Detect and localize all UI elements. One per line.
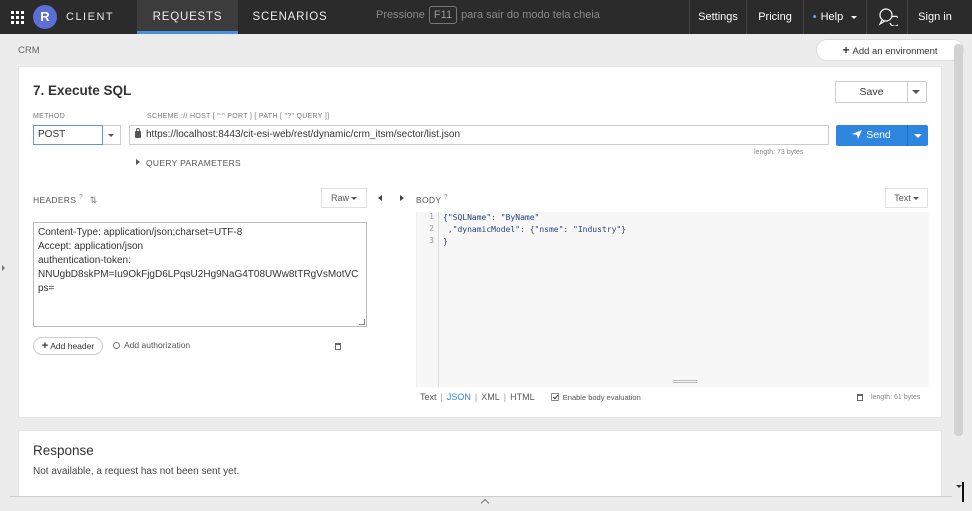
collapse-left-icon[interactable] xyxy=(378,195,382,201)
add-environment-button[interactable]: + Add an environment xyxy=(816,39,964,61)
code-line: ,"dynamicModel": {"nsme": "Industry"} xyxy=(443,225,627,234)
cursor-mark xyxy=(962,482,964,502)
body-length: length: 61 bytes xyxy=(871,394,921,401)
body-format-bar: Text | JSON | XML | HTML Enable body evaluatio… xyxy=(420,392,641,402)
fullscreen-hint: Pressione F11 para sair do modo tela cheia xyxy=(376,6,600,24)
breadcrumb[interactable]: CRM xyxy=(18,45,40,56)
send-label[interactable]: Send xyxy=(836,125,908,146)
plus-icon: + xyxy=(41,340,49,352)
response-title: Response xyxy=(33,443,94,458)
sidebar-expand-icon[interactable] xyxy=(2,265,5,271)
signin-link[interactable]: Sign in xyxy=(907,0,962,34)
plus-icon: + xyxy=(842,43,850,57)
lock-icon xyxy=(135,128,141,138)
scrollbar[interactable] xyxy=(954,44,963,436)
chat-icon xyxy=(878,8,898,26)
method-select[interactable]: POST xyxy=(33,125,103,145)
settings-link[interactable]: Settings xyxy=(689,0,746,34)
header-line: Content-Type: application/json;charset=U… xyxy=(38,227,243,238)
request-title[interactable]: 7. Execute SQL xyxy=(33,83,131,98)
app-logo: R xyxy=(33,5,57,29)
send-button[interactable]: Send xyxy=(836,125,928,146)
expand-icon xyxy=(136,159,140,165)
body-title: BODY ? xyxy=(416,194,449,205)
format-json[interactable]: JSON xyxy=(447,392,471,402)
chat-button[interactable] xyxy=(866,0,907,34)
code-line: } xyxy=(443,237,448,246)
header-line: Accept: application/json xyxy=(38,241,144,252)
request-card: 7. Execute SQL Save METHOD SCHEME :// HO… xyxy=(18,66,942,418)
url-value: https://localhost:8443/cit-esi-web/rest/… xyxy=(146,129,460,140)
header-line: ps= xyxy=(38,283,55,294)
send-icon xyxy=(852,130,863,139)
help-dot-icon: • xyxy=(812,11,817,23)
format-html[interactable]: HTML xyxy=(510,392,534,402)
method-dropdown-icon[interactable] xyxy=(103,125,121,145)
chevron-down-icon xyxy=(912,197,919,200)
headers-title: HEADERS ? ⇅ xyxy=(33,194,98,205)
pricing-link[interactable]: Pricing xyxy=(746,0,803,34)
header-line: NNUgbD8skPM=Iu9OkFjgD6LPqsU2Hg9NaG4T08UW… xyxy=(38,269,359,280)
format-text[interactable]: Text xyxy=(420,392,437,402)
collapse-right-icon[interactable] xyxy=(400,195,404,201)
method-label: METHOD xyxy=(33,113,66,120)
apps-grid-icon[interactable] xyxy=(11,11,24,24)
save-label[interactable]: Save xyxy=(836,82,908,102)
delete-body-icon[interactable] xyxy=(857,394,863,401)
f11-key: F11 xyxy=(428,6,458,24)
tab-scenarios[interactable]: SCENARIOS xyxy=(244,0,336,34)
key-icon xyxy=(113,342,120,349)
url-length: length: 73 bytes xyxy=(754,149,804,156)
response-card: Response Not available, a request has no… xyxy=(18,430,942,500)
sort-icon[interactable]: ⇅ xyxy=(90,195,98,205)
headers-textarea[interactable]: Content-Type: application/json;charset=U… xyxy=(33,222,367,327)
send-dropdown-icon[interactable] xyxy=(914,134,922,138)
chevron-down-icon xyxy=(351,197,357,200)
line-number: 3 xyxy=(429,236,434,245)
save-dropdown-icon[interactable] xyxy=(912,90,920,94)
url-label: SCHEME :// HOST [ ":" PORT ] [ PATH [ "?… xyxy=(147,113,330,120)
app-name: CLIENT xyxy=(66,11,115,23)
top-bar: R CLIENT REQUESTS SCENARIOS Pressione F11… xyxy=(0,0,972,34)
format-xml[interactable]: XML xyxy=(481,392,500,402)
code-line: {"SQLName": "ByName" xyxy=(443,213,540,222)
help-icon: ? xyxy=(443,194,449,201)
url-input[interactable]: https://localhost:8443/cit-esi-web/rest/… xyxy=(129,125,829,145)
enable-eval-label[interactable]: Enable body evaluation xyxy=(563,393,641,402)
enable-eval-checkbox[interactable] xyxy=(550,393,559,401)
code-content[interactable]: {"SQLName": "ByName" ,"dynamicModel": {"… xyxy=(443,212,626,248)
body-editor[interactable]: 1 2 3 {"SQLName": "ByName" ,"dynamicMode… xyxy=(416,212,929,387)
body-mode-select[interactable]: Text xyxy=(885,188,928,208)
resize-handle-icon[interactable] xyxy=(359,319,365,325)
response-message: Not available, a request has not been se… xyxy=(33,466,240,477)
line-number: 1 xyxy=(429,212,434,221)
add-authorization-link[interactable]: Add authorization xyxy=(113,340,190,350)
help-icon: ? xyxy=(78,194,84,201)
query-parameters-toggle[interactable]: QUERY PARAMETERS xyxy=(136,158,241,168)
line-number: 2 xyxy=(429,224,434,233)
editor-resize-handle[interactable] xyxy=(673,380,697,383)
help-menu[interactable]: • Help xyxy=(803,0,866,34)
headers-mode-select[interactable]: Raw xyxy=(321,188,367,208)
tab-requests[interactable]: REQUESTS xyxy=(137,0,238,34)
chevron-down-icon xyxy=(851,16,858,19)
header-line: authentication-token: xyxy=(38,255,131,266)
add-header-button[interactable]: + Add header xyxy=(33,337,103,355)
save-button[interactable]: Save xyxy=(835,81,927,103)
delete-headers-icon[interactable] xyxy=(335,343,341,350)
line-numbers: 1 2 3 xyxy=(417,212,439,387)
